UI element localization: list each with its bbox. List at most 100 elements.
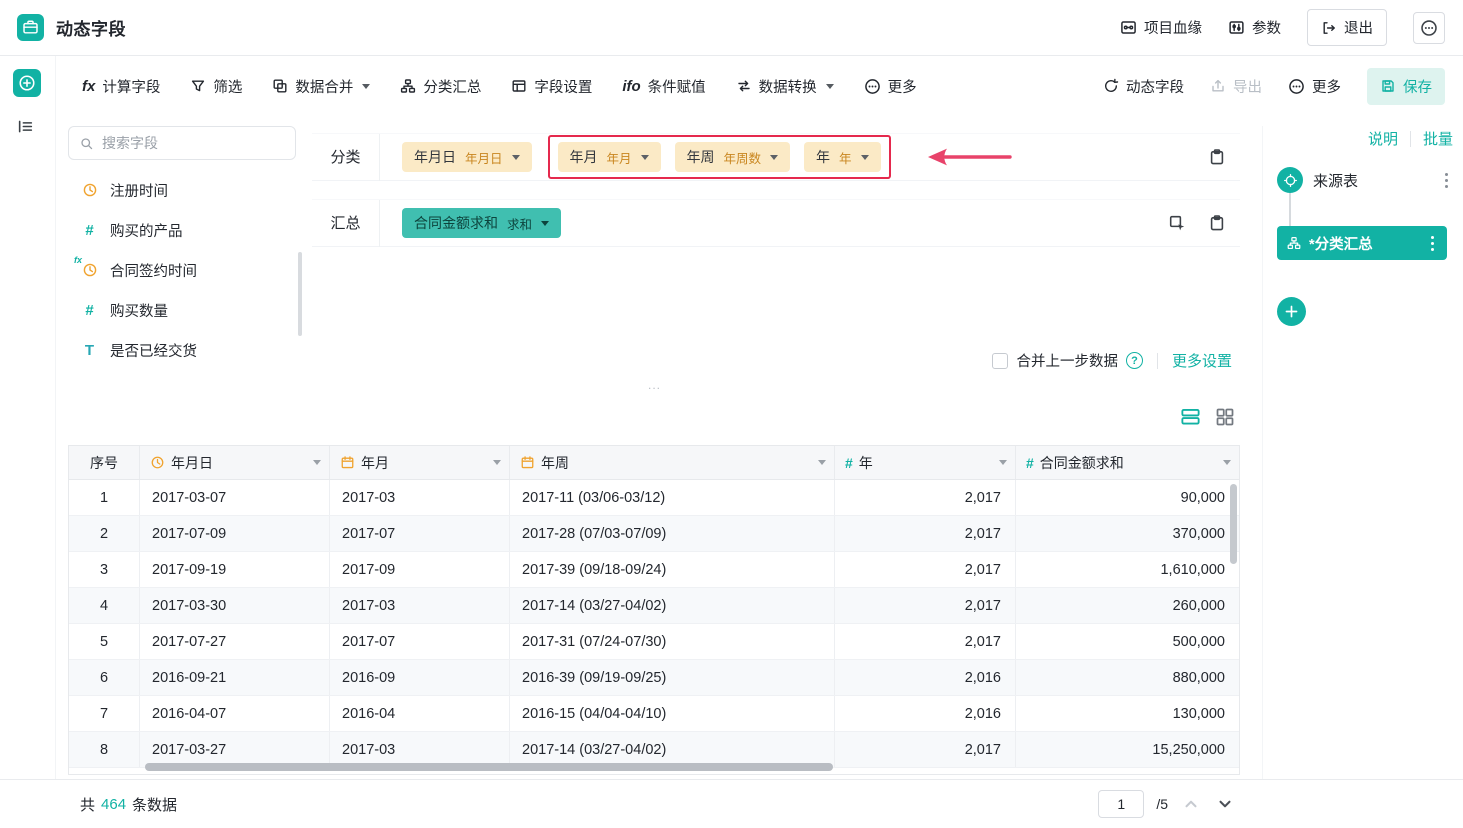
doc-link[interactable]: 说明 [1368,128,1398,149]
filter-caret-icon[interactable] [313,460,321,465]
cell: 2016-09 [330,660,510,695]
divider [1410,131,1411,147]
field-item-purchased-product[interactable]: # 购买的产品 [68,210,296,250]
filter-caret-icon[interactable] [493,460,501,465]
chip-mode: 年周数 [724,148,762,167]
ifo-icon: ifo [622,78,640,95]
fx-icon: fx [82,78,95,95]
vertical-scrollbar[interactable] [1230,484,1237,564]
chip-label: 年月 [570,147,598,167]
conditional-assign-button[interactable]: ifo 条件赋值 [622,76,705,97]
field-settings-button[interactable]: 字段设置 [511,76,592,97]
field-list: 注册时间 # 购买的产品 fx 合同签约时间 # 购买数量 T 是否已经交货 [68,170,296,370]
copy-summary-button[interactable] [1208,214,1226,232]
toolbar-more-right-button[interactable]: 更多 [1288,76,1341,97]
chip-ym[interactable]: 年月 年月 [558,142,661,172]
filter-button[interactable]: 筛选 [190,76,242,97]
more-settings-link[interactable]: 更多设置 [1172,350,1232,371]
field-panel-scrollbar[interactable] [298,252,302,336]
cell: 2,017 [835,588,1016,623]
save-label: 保存 [1403,76,1432,97]
filter-caret-icon[interactable] [999,460,1007,465]
cell: 2,017 [835,624,1016,659]
copy-category-button[interactable] [1208,148,1226,166]
project-lineage-button[interactable]: 项目血缘 [1120,17,1202,38]
cell: 2017-03 [330,732,510,767]
cell: 90,000 [1016,480,1239,515]
count-value: 464 [101,796,126,813]
conditional-assign-label: 条件赋值 [648,76,706,97]
divider [1157,353,1158,369]
clock-icon [82,262,98,278]
dynamic-field-button[interactable]: 动态字段 [1103,76,1184,97]
cell: 2017-07 [330,516,510,551]
select-field-button[interactable] [1168,214,1186,232]
chip-label: 年 [816,147,830,167]
more-circle-icon [1288,78,1305,95]
pagination: /5 [1098,790,1236,818]
params-button[interactable]: 参数 [1228,17,1281,38]
chevron-down-icon [512,155,520,160]
chip-yw[interactable]: 年周 年周数 [675,142,791,172]
save-button[interactable]: 保存 [1367,68,1445,105]
page-down-button[interactable] [1214,793,1236,815]
merge-previous-checkbox[interactable] [992,353,1008,369]
help-icon[interactable]: ? [1126,352,1143,369]
cell: 2016-04 [330,696,510,731]
source-table-label: 来源表 [1313,170,1358,191]
calc-field-button[interactable]: fx 计算字段 [82,76,160,97]
chevron-down-icon [362,84,370,89]
group-summary-button[interactable]: 分类汇总 [400,76,481,97]
cell: 2017-14 (03/27-04/02) [510,732,835,767]
table-row: 6 2016-09-21 2016-09 2016-39 (09/19-09/2… [69,660,1239,696]
exit-button[interactable]: 退出 [1307,9,1387,46]
field-item-purchase-qty[interactable]: # 购买数量 [68,290,296,330]
field-list-toggle-button[interactable] [17,118,34,135]
annotation-highlight-box: 年月 年月 年周 年周数 年 年 [548,135,891,179]
page-input[interactable] [1098,790,1144,818]
batch-link[interactable]: 批量 [1423,128,1453,149]
header-more-button[interactable] [1413,12,1445,44]
field-item-delivered[interactable]: T 是否已经交货 [68,330,296,370]
fx-badge-icon: fx [74,255,82,265]
export-button[interactable]: 导出 [1210,76,1262,97]
data-merge-button[interactable]: 数据合并 [272,76,370,97]
table-row: 2 2017-07-09 2017-07 2017-28 (07/03-07/0… [69,516,1239,552]
horizontal-scrollbar[interactable] [145,763,833,771]
chip-contract-amount-sum[interactable]: 合同金额求和 求和 [402,208,561,238]
cell: 15,250,000 [1016,732,1239,767]
node-connector [1289,193,1291,226]
cell: 2017-09-19 [140,552,330,587]
chip-mode: 求和 [507,214,532,233]
row-view-toggle[interactable] [1180,406,1201,427]
field-item-register-time[interactable]: 注册时间 [68,170,296,210]
grid-view-toggle[interactable] [1215,407,1235,427]
chip-label: 年周 [687,147,715,167]
cell: 2017-31 (07/24-07/30) [510,624,835,659]
summary-config-row: 汇总 合同金额求和 求和 [312,199,1240,247]
toolbar-right: 动态字段 导出 更多 保存 [1103,68,1445,105]
clock-icon [82,182,98,198]
add-node-rail-button[interactable] [13,69,41,97]
table-row: 5 2017-07-27 2017-07 2017-31 (07/24-07/3… [69,624,1239,660]
field-item-contract-sign-time[interactable]: fx 合同签约时间 [68,250,296,290]
filter-caret-icon[interactable] [818,460,826,465]
cell: 2016-04-07 [140,696,330,731]
source-table-node[interactable]: 来源表 [1277,167,1463,193]
node-menu-button[interactable] [1435,169,1457,191]
refresh-icon [1103,78,1119,94]
page-up-button[interactable] [1180,793,1202,815]
data-transform-button[interactable]: 数据转换 [736,76,834,97]
cell: 2,017 [835,480,1016,515]
category-label: 分类 [312,134,380,181]
table-row: 3 2017-09-19 2017-09 2017-39 (09/18-09/2… [69,552,1239,588]
group-summary-node[interactable]: *分类汇总 [1277,226,1447,260]
add-step-button[interactable] [1277,297,1306,326]
field-search-input[interactable] [102,135,285,151]
filter-caret-icon[interactable] [1223,460,1231,465]
chip-ymd[interactable]: 年月日 年月日 [402,142,532,172]
toolbar-more-button[interactable]: 更多 [864,76,917,97]
node-menu-button[interactable] [1421,232,1443,254]
summary-chips: 合同金额求和 求和 [380,200,1168,246]
chip-year[interactable]: 年 年 [804,142,881,172]
